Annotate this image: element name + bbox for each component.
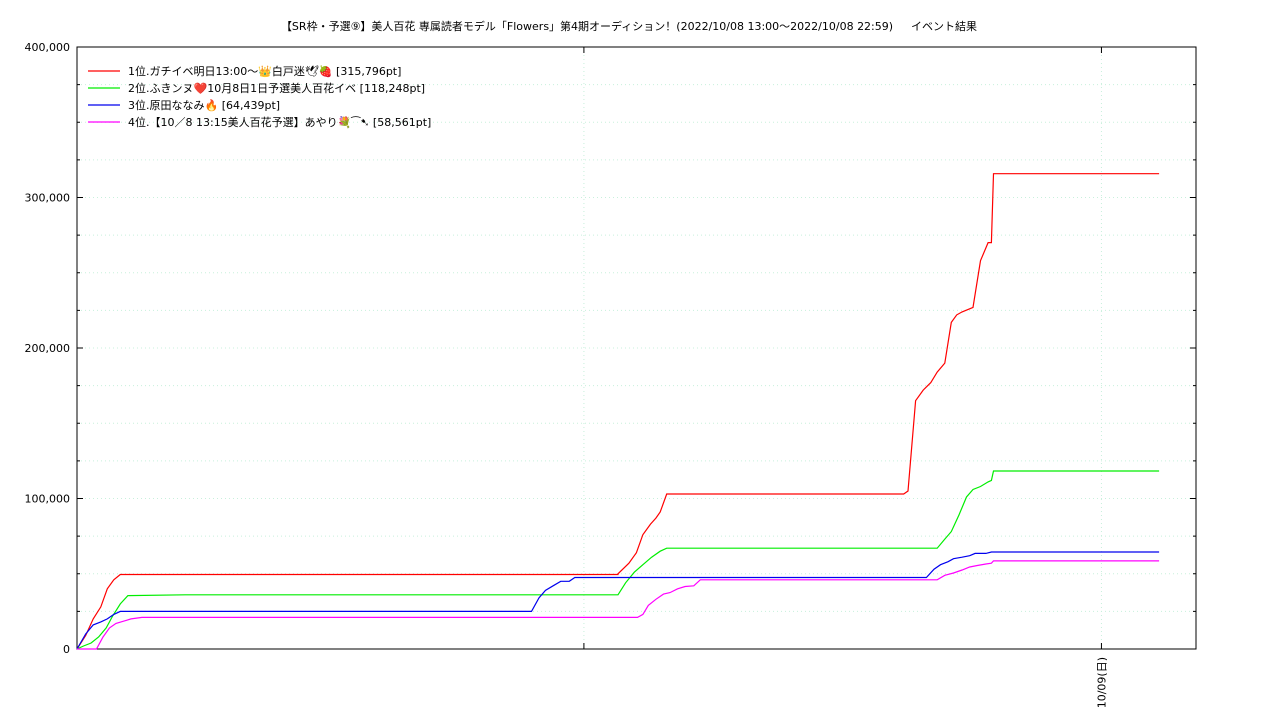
series-lines [76,173,1160,650]
legend-label-1: 1位.ガチイベ明日13:00〜👑白戸迷🕊🍓 [315,796pt] [128,64,401,78]
series-line-2 [76,470,1160,650]
y-tick-label: 0 [63,643,70,656]
chart: 0 100,000 200,000 300,000 400,000 10/09(日) 【S… [25,19,1197,708]
legend-label-2: 2位.ふきンヌ❤️10月8日1日予選美人百花イベ [118,248pt] [128,81,425,95]
y-tick-label: 100,000 [25,493,71,506]
x-tick-label: 10/09(日) [1095,657,1108,708]
y-tick-label: 300,000 [25,192,71,205]
legend-label-4: 4位.【10／8 13:15美人百花予選】あやり💐⁀➷ [58,561pt] [128,115,431,129]
legend: 1位.ガチイベ明日13:00〜👑白戸迷🕊🍓 [315,796pt] 2位.ふきンヌ… [88,64,431,129]
legend-label-3: 3位.原田ななみ🔥 [64,439pt] [128,98,280,112]
y-tick-label: 400,000 [25,41,71,54]
chart-subtitle: イベント結果 [911,19,977,33]
y-tick-label: 200,000 [25,342,71,355]
axis-ticks: 0 100,000 200,000 300,000 400,000 10/09(日) [25,41,1196,708]
gridlines [77,47,1196,649]
chart-title: 【SR枠・予選⑨】美人百花 専属読者モデル「Flowers」第4期オーディション… [281,19,893,33]
series-line-3 [76,551,1160,650]
plot-area-frame [76,46,1197,650]
